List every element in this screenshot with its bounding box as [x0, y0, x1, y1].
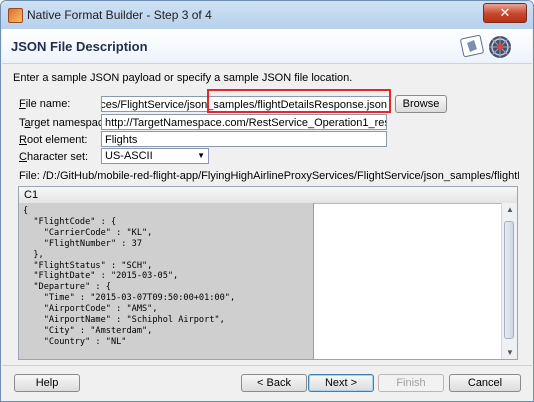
back-button[interactable]: < Back — [241, 374, 307, 392]
json-sample-text[interactable]: { "FlightCode" : { "CarrierCode" : "KL",… — [19, 203, 314, 359]
target-namespace-label: Target namespace: — [19, 117, 113, 129]
chevron-down-icon: ▼ — [197, 151, 205, 160]
json-sample-panel[interactable]: C1 { "FlightCode" : { "CarrierCode" : "K… — [18, 186, 518, 360]
cancel-button[interactable]: Cancel — [449, 374, 521, 392]
finish-button[interactable]: Finish — [378, 374, 444, 392]
root-element-label: Root element: — [19, 134, 88, 146]
wizard-logo-icon — [460, 34, 511, 58]
json-line: "AirportCode" : "AMS", — [23, 304, 158, 315]
charset-label: Character set: — [19, 151, 89, 163]
file-name-value: eProxyServices/FlightService/json_sample… — [102, 99, 387, 111]
help-button[interactable]: Help — [14, 374, 80, 392]
json-line: }, — [23, 249, 44, 260]
cancel-label: Cancel — [467, 377, 503, 389]
app-icon — [8, 8, 23, 23]
browse-label: Browse — [402, 98, 440, 110]
json-line: "Time" : "2015-03-07T09:50:00+01:00", — [23, 293, 236, 304]
json-line: { — [23, 206, 29, 216]
help-label: Help — [35, 377, 59, 389]
charset-value: US-ASCII — [105, 150, 153, 162]
json-line: "AirportName" : "Schiphol Airport", — [23, 315, 225, 326]
root-element-input[interactable]: Flights — [101, 131, 387, 147]
close-button[interactable]: ✕ — [483, 3, 527, 23]
next-label: Next > — [324, 377, 358, 389]
title-bar[interactable]: Native Format Builder - Step 3 of 4 ✕ — [1, 1, 533, 29]
column-label: C1 — [24, 189, 39, 201]
file-name-input[interactable]: eProxyServices/FlightService/json_sample… — [101, 96, 391, 112]
json-line: "FlightNumber" : 37 — [23, 238, 142, 249]
window-title: Native Format Builder - Step 3 of 4 — [27, 8, 212, 22]
target-namespace-input[interactable]: http://TargetNamespace.com/RestService_O… — [101, 114, 387, 130]
column-header: C1 — [19, 187, 517, 204]
footer-divider — [2, 365, 532, 366]
scroll-down-icon[interactable]: ▼ — [506, 348, 514, 357]
scrollbar-thumb[interactable] — [504, 221, 514, 339]
json-line: "FlightStatus" : "SCH", — [23, 260, 153, 271]
back-label: < Back — [257, 377, 291, 389]
next-button[interactable]: Next > — [308, 374, 374, 392]
close-icon: ✕ — [499, 5, 511, 20]
page-header: JSON File Description — [2, 29, 532, 64]
json-line: "CarrierCode" : "KL", — [23, 227, 153, 238]
scroll-up-icon[interactable]: ▲ — [506, 205, 514, 214]
file-path-text: File: /D:/GitHub/mobile-red-flight-app/F… — [19, 170, 519, 182]
file-name-label: File name: — [19, 98, 71, 110]
json-line: "City" : "Amsterdam", — [23, 325, 153, 336]
browse-button[interactable]: Browse — [395, 95, 447, 113]
dialog-window: Native Format Builder - Step 3 of 4 ✕ JS… — [0, 0, 534, 402]
page-title: JSON File Description — [11, 39, 148, 54]
json-line: "Departure" : { — [23, 282, 111, 293]
json-line: "FlightCode" : { — [23, 216, 117, 227]
instructions-text: Enter a sample JSON payload or specify a… — [13, 72, 353, 84]
finish-label: Finish — [396, 377, 426, 389]
json-line: "Country" : "NL" — [23, 336, 127, 347]
json-line: "FlightDate" : "2015-03-05", — [23, 271, 179, 282]
charset-select[interactable]: US-ASCII ▼ — [101, 148, 209, 164]
vertical-scrollbar[interactable]: ▲ ▼ — [501, 203, 517, 359]
